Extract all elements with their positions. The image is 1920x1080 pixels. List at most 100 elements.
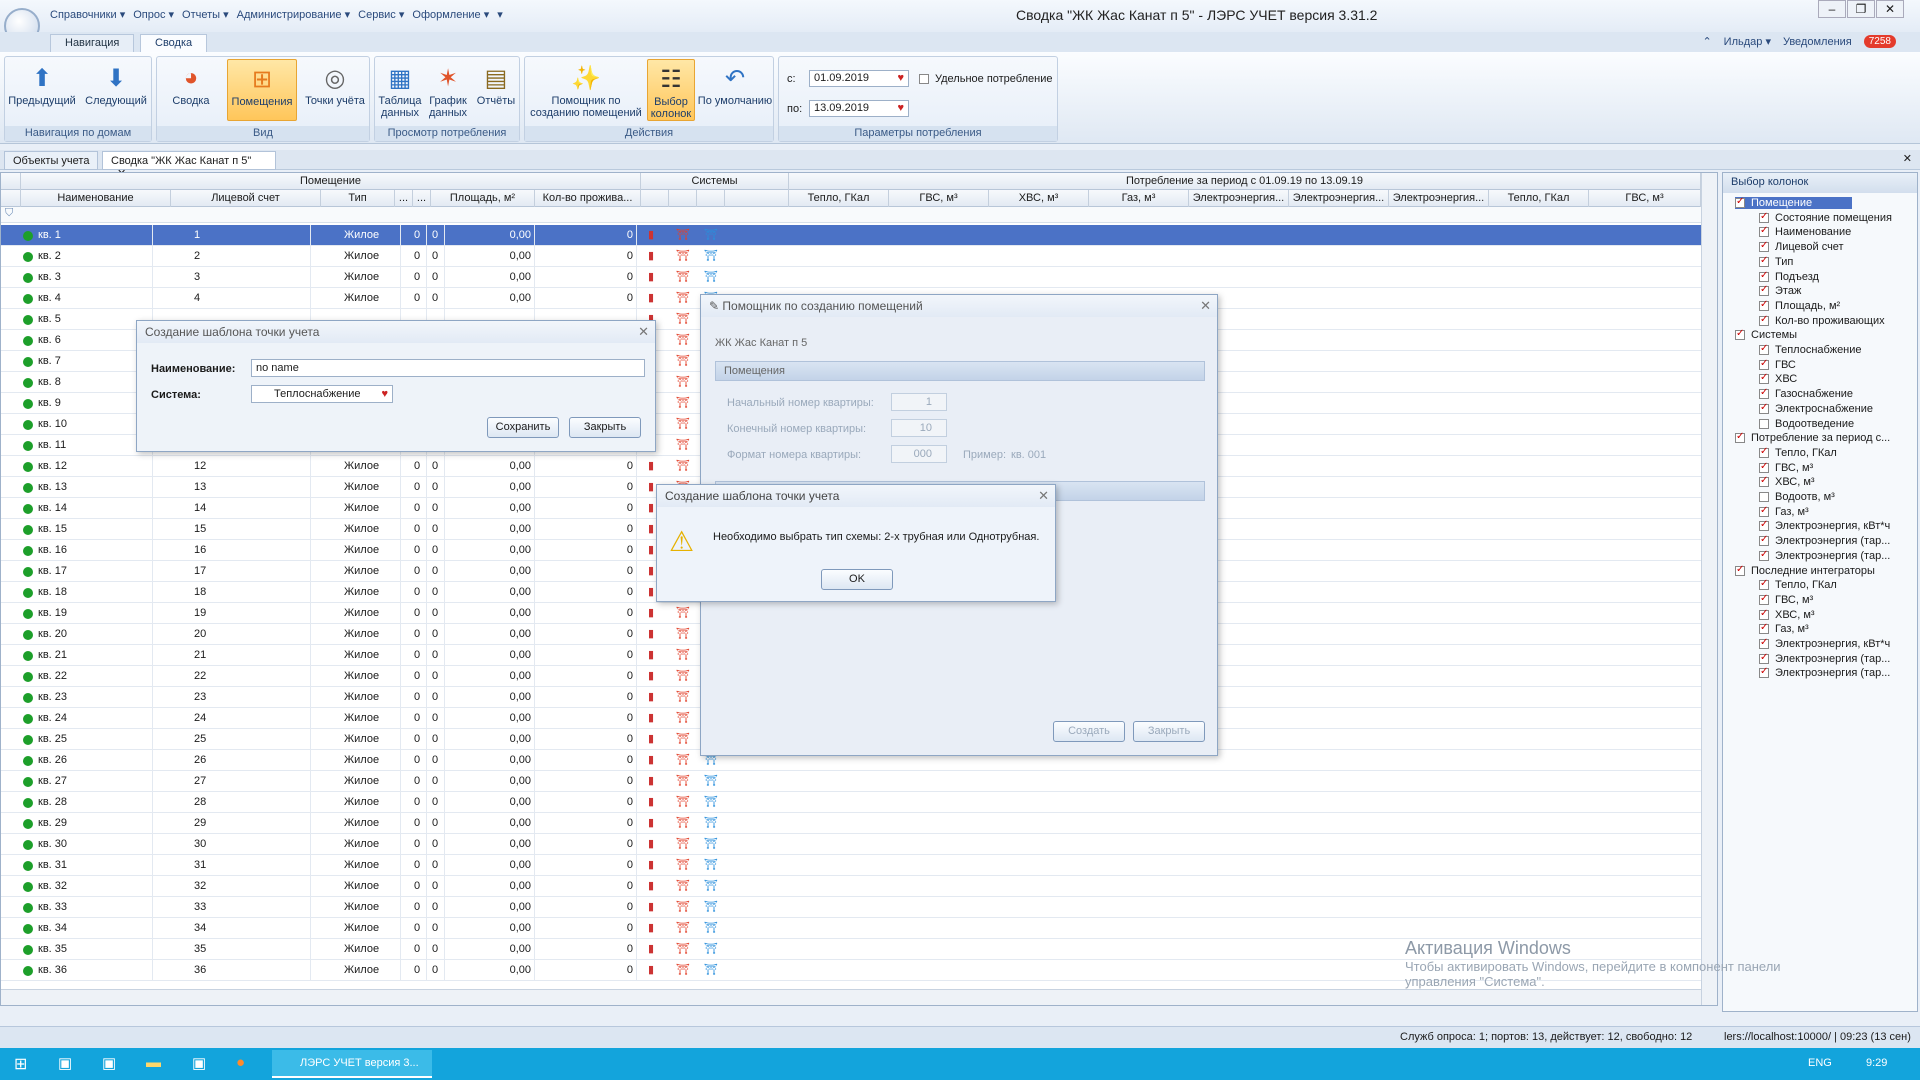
checkbox-icon[interactable] (1759, 578, 1769, 591)
column-tree-item[interactable]: Электроэнергия (тар... (1759, 652, 1890, 665)
checkbox-icon[interactable] (1759, 534, 1769, 547)
thermometer-icon[interactable]: ▮ (648, 816, 662, 830)
column-tree-item[interactable]: Подъезд (1759, 270, 1819, 283)
checkbox-icon[interactable] (1735, 328, 1745, 341)
maximize-button[interactable]: ❐ (1847, 0, 1875, 18)
checkbox-icon[interactable] (1759, 666, 1769, 679)
thermometer-icon[interactable]: ▮ (648, 228, 662, 242)
wizard-button[interactable]: ✨ Помощник по созданию помещений (527, 59, 645, 121)
windows-start-icon[interactable]: ⊞ (14, 1054, 27, 1074)
cold-water-tap-icon[interactable]: ⛩ (704, 942, 718, 956)
hot-water-tap-icon[interactable]: ⛩ (676, 795, 690, 809)
column-tree-item[interactable]: ХВС, м³ (1759, 608, 1815, 621)
hot-water-tap-icon[interactable]: ⛩ (676, 900, 690, 914)
column-tree-item[interactable]: Водоотведение (1759, 418, 1854, 430)
hot-water-tap-icon[interactable]: ⛩ (676, 774, 690, 788)
checkbox-icon[interactable] (1759, 358, 1769, 370)
menu-item[interactable]: Справочники ▾ (50, 8, 125, 21)
column-tree-item[interactable]: Электроснабжение (1759, 402, 1873, 415)
dropdown-icon[interactable]: ♥ (381, 388, 388, 400)
notifications-badge[interactable]: 7258 (1863, 35, 1896, 48)
column-tree-item[interactable]: Теплоснабжение (1759, 343, 1862, 356)
create-button[interactable]: Создать (1053, 721, 1125, 742)
menu-item[interactable]: Администрирование ▾ (237, 8, 350, 21)
hot-water-tap-icon[interactable]: ⛩ (676, 375, 690, 389)
clock[interactable]: 9:29 (1866, 1057, 1887, 1069)
checkbox-icon[interactable] (1735, 431, 1745, 444)
cold-water-tap-icon[interactable]: ⛩ (704, 963, 718, 977)
thermometer-icon[interactable]: ▮ (648, 459, 662, 473)
name-input[interactable]: no name (251, 359, 645, 377)
close-window-button[interactable]: ✕ (1876, 0, 1904, 18)
column-tree-item[interactable]: Состояние помещения (1759, 211, 1892, 224)
checkbox-icon[interactable] (1759, 505, 1769, 517)
checkbox-icon[interactable] (1735, 196, 1745, 209)
column-header[interactable]: Газ, м³ (1089, 190, 1189, 207)
column-header[interactable]: Кол-во прожива... (535, 190, 641, 207)
thermometer-icon[interactable]: ▮ (648, 942, 662, 956)
default-button[interactable]: ↶ По умолчанию (697, 59, 773, 121)
filter-row[interactable]: ⛉ (1, 207, 1701, 223)
thermometer-icon[interactable]: ▮ (648, 648, 662, 662)
date-to-field[interactable]: 13.09.2019 ♥ (809, 100, 909, 117)
column-tree-item[interactable]: ХВС (1759, 372, 1797, 385)
hot-water-tap-icon[interactable]: ⛩ (676, 648, 690, 662)
start-number-input[interactable]: 1 (891, 393, 947, 411)
column-tree-item[interactable]: Электроэнергия (тар... (1759, 534, 1890, 547)
thermometer-icon[interactable]: ▮ (648, 690, 662, 704)
thermometer-icon[interactable]: ▮ (648, 921, 662, 935)
checkbox-icon[interactable] (1759, 299, 1769, 311)
column-tree-item[interactable]: Площадь, м² (1759, 299, 1840, 312)
thermometer-icon[interactable]: ▮ (648, 711, 662, 725)
collapse-ribbon-icon[interactable]: ⌃ (1702, 35, 1711, 48)
checkbox-icon[interactable] (1759, 284, 1769, 297)
column-tree-item[interactable]: Лицевой счет (1759, 240, 1844, 253)
hot-water-tap-icon[interactable]: ⛩ (676, 879, 690, 893)
horizontal-scrollbar[interactable] (1, 989, 1701, 1005)
tab-svodka[interactable]: Сводка (140, 34, 208, 52)
checkbox-icon[interactable] (1759, 270, 1769, 282)
menu-item[interactable]: Оформление ▾ (412, 8, 489, 21)
cold-water-tap-icon[interactable]: ⛩ (704, 795, 718, 809)
table-row[interactable]: кв. 34 34 Жилое 0 0 0,00 0 ▮ ⛩ ⛩ (1, 918, 1701, 939)
cold-water-tap-icon[interactable]: ⛩ (704, 774, 718, 788)
thermometer-icon[interactable]: ▮ (648, 963, 662, 977)
checkbox-icon[interactable] (1759, 519, 1769, 532)
close-icon[interactable]: ✕ (1200, 298, 1211, 314)
hot-water-tap-icon[interactable]: ⛩ (676, 354, 690, 368)
column-tree-item[interactable]: Газ, м³ (1759, 622, 1809, 635)
table-data-button[interactable]: ▦ Таблица данных (377, 59, 423, 121)
column-header[interactable]: Тип (321, 190, 395, 207)
checkbox-icon[interactable] (1735, 564, 1745, 576)
checkbox-icon[interactable] (1759, 652, 1769, 664)
table-row[interactable]: кв. 2 2 Жилое 0 0 0,00 0 ▮ ⛩ ⛩ (1, 246, 1701, 267)
end-number-input[interactable]: 10 (891, 419, 947, 437)
next-button[interactable]: ⬇ Следующий (81, 59, 151, 121)
checkbox-icon[interactable] (1759, 211, 1769, 223)
hot-water-tap-icon[interactable]: ⛩ (676, 627, 690, 641)
menu-item[interactable]: ▾ (497, 8, 503, 21)
hot-water-tap-icon[interactable]: ⛩ (676, 249, 690, 263)
thermometer-icon[interactable]: ▮ (648, 795, 662, 809)
hot-water-tap-icon[interactable]: ⛩ (676, 816, 690, 830)
checkbox-icon[interactable] (1759, 475, 1769, 488)
column-tree-item[interactable]: Последние интеграторы (1735, 564, 1875, 577)
language-indicator[interactable]: ENG (1808, 1057, 1832, 1069)
dropdown-icon[interactable]: ♥ (897, 72, 904, 84)
table-row[interactable]: кв. 3 3 Жилое 0 0 0,00 0 ▮ ⛩ ⛩ (1, 267, 1701, 288)
column-tree-item[interactable]: Этаж (1759, 284, 1801, 297)
column-header[interactable]: Электроэнергия... (1389, 190, 1489, 207)
thermometer-icon[interactable]: ▮ (648, 270, 662, 284)
checkbox-icon[interactable] (1759, 343, 1769, 356)
column-tree-item[interactable]: Водоотв, м³ (1759, 491, 1835, 503)
hot-water-tap-icon[interactable]: ⛩ (676, 438, 690, 452)
checkbox-icon[interactable] (1759, 402, 1769, 414)
cold-water-tap-icon[interactable]: ⛩ (704, 900, 718, 914)
column-header[interactable]: Тепло, ГКал (789, 190, 889, 207)
column-tree-item[interactable]: Наименование (1759, 225, 1851, 238)
checkbox-icon[interactable] (1759, 387, 1769, 400)
close-button[interactable]: Закрыть (1133, 721, 1205, 742)
folder-icon[interactable]: ▬ (146, 1054, 161, 1071)
menu-item[interactable]: Отчеты ▾ (182, 8, 229, 21)
checkbox-icon[interactable] (1759, 549, 1769, 561)
